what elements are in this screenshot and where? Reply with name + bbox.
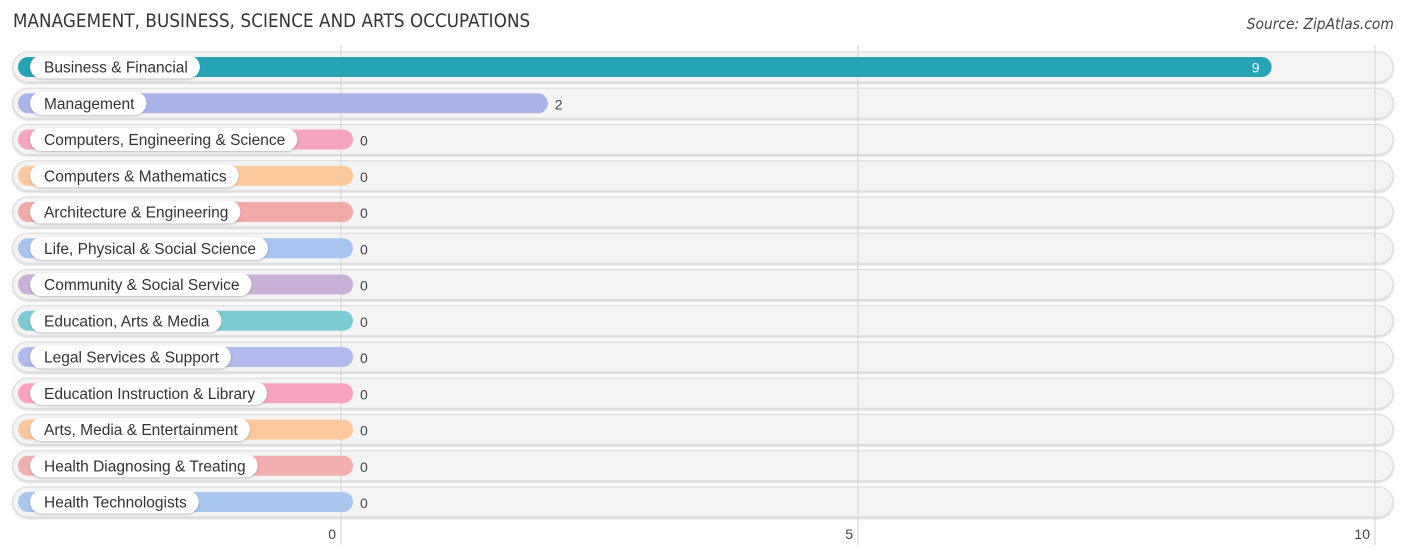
x-tick-label: 5 bbox=[845, 526, 853, 542]
value-label: 0 bbox=[360, 459, 368, 475]
category-label: Health Technologists bbox=[44, 495, 187, 512]
value-label: 0 bbox=[360, 241, 368, 257]
x-tick-label: 0 bbox=[328, 526, 336, 542]
category-label: Legal Services & Support bbox=[44, 350, 220, 367]
value-label: 0 bbox=[360, 423, 368, 439]
value-label: 0 bbox=[360, 205, 368, 221]
value-label: 0 bbox=[360, 169, 368, 185]
x-tick-label: 10 bbox=[1354, 526, 1370, 542]
value-label: 0 bbox=[360, 278, 368, 294]
category-label: Computers & Mathematics bbox=[44, 168, 227, 185]
value-label: 9 bbox=[1252, 60, 1260, 76]
category-label: Health Diagnosing & Treating bbox=[44, 458, 246, 475]
category-label: Management bbox=[44, 96, 135, 113]
bar[interactable] bbox=[18, 57, 1272, 77]
category-label: Arts, Media & Entertainment bbox=[44, 422, 239, 439]
value-label: 2 bbox=[555, 96, 563, 112]
category-label: Community & Social Service bbox=[44, 277, 240, 294]
bar-chart: Business & Financial 9 Management 2 Computer… bbox=[12, 45, 1394, 545]
value-label: 0 bbox=[360, 350, 368, 366]
category-label: Architecture & Engineering bbox=[44, 205, 228, 222]
category-label: Business & Financial bbox=[44, 60, 188, 77]
category-label: Life, Physical & Social Science bbox=[44, 241, 256, 258]
category-label: Education Instruction & Library bbox=[44, 386, 255, 403]
value-label: 0 bbox=[360, 133, 368, 149]
value-label: 0 bbox=[360, 495, 368, 511]
value-label: 0 bbox=[360, 386, 368, 402]
category-label: Computers, Engineering & Science bbox=[44, 132, 285, 149]
category-label: Education, Arts & Media bbox=[44, 313, 210, 330]
value-label: 0 bbox=[360, 314, 368, 330]
